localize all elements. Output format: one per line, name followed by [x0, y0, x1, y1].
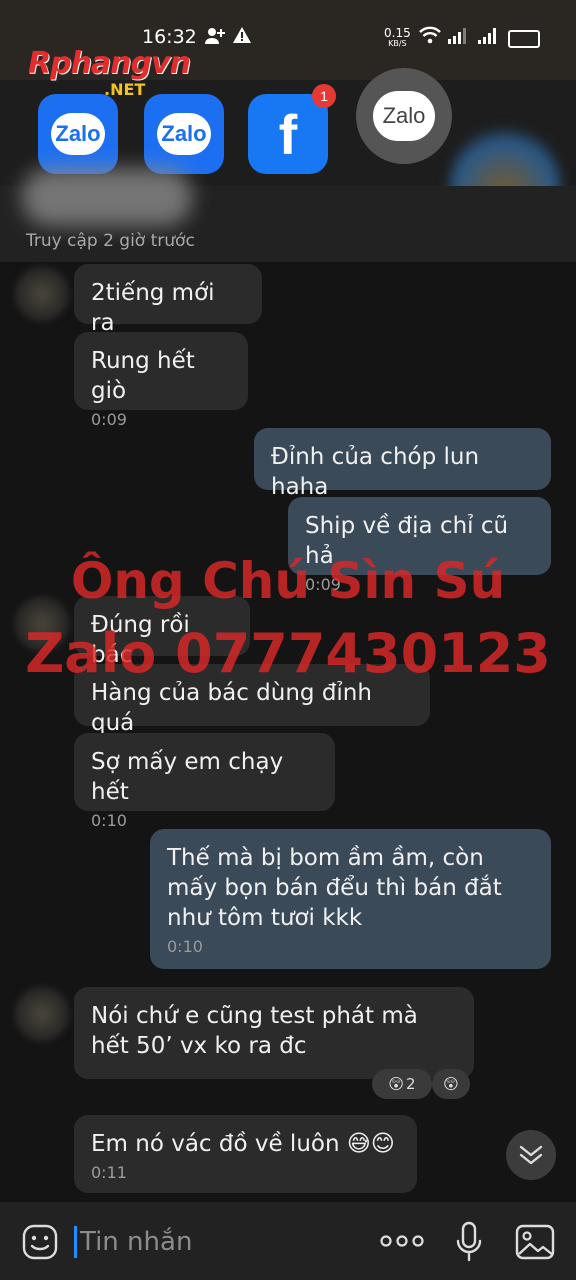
chevron-double-down-icon [519, 1145, 543, 1165]
message-bubble-outgoing[interactable]: Đỉnh của chóp lun haha [254, 428, 551, 500]
message-time: 0:09 [305, 575, 341, 594]
microphone-icon[interactable] [452, 1220, 486, 1264]
message-bubble-incoming[interactable]: Hàng của bác dùng đỉnh quá [74, 664, 430, 736]
more-dots-icon[interactable] [378, 1228, 426, 1254]
message-text: Em nó vác đồ về luôn 😅😊 [91, 1131, 395, 1157]
add-reaction-button[interactable]: 😲 [432, 1069, 470, 1099]
message-bubble-incoming[interactable]: Rung hết giò 0:09 [74, 332, 248, 429]
contact-avatar[interactable] [14, 596, 70, 652]
message-time: 0:11 [91, 1163, 127, 1182]
zalo-floating-label: Zalo [372, 91, 436, 141]
contact-avatar[interactable] [14, 266, 70, 322]
signal-strength-2-icon [478, 28, 496, 44]
message-text: Sợ mấy em chạy hết [91, 749, 284, 805]
message-bubble-incoming[interactable]: Sợ mấy em chạy hết 0:10 [74, 733, 335, 830]
site-logo: Rphangvn [28, 46, 191, 81]
wifi-icon [418, 26, 442, 49]
message-text: Nói chứ e cũng test phát mà hết 50’ vx k… [91, 1003, 418, 1059]
facebook-app-bubble[interactable]: f [248, 94, 328, 174]
speed-unit: KB/S [388, 39, 407, 48]
message-bubble-outgoing[interactable]: Thế mà bị bom ầm ầm, còn mấy bọn bán đểu… [150, 829, 551, 969]
status-time: 16:32 [142, 26, 197, 48]
add-person-icon [204, 26, 226, 51]
zalo-floating-bubble[interactable]: Zalo [356, 68, 452, 164]
warning-icon [232, 26, 252, 49]
battery-icon [508, 30, 540, 48]
surprised-emoji-icon: 😲 [443, 1075, 459, 1093]
zalo-label: Zalo [157, 113, 211, 155]
message-bubble-incoming[interactable]: Đúng rồi bác [74, 596, 250, 668]
contact-name-blurred[interactable] [22, 168, 192, 226]
message-composer: Tin nhắn [0, 1202, 576, 1280]
contact-avatar[interactable] [14, 986, 70, 1042]
facebook-icon: f [278, 102, 298, 166]
signal-strength-icon [448, 28, 466, 44]
message-text: Rung hết giò [91, 348, 195, 404]
surprised-emoji-icon: 😲 [388, 1075, 405, 1093]
scroll-to-bottom-button[interactable] [506, 1130, 556, 1180]
message-bubble-incoming[interactable]: Nói chứ e cũng test phát mà hết 50’ vx k… [74, 987, 474, 1079]
message-bubble-incoming[interactable]: 2tiếng mới ra [74, 264, 262, 336]
message-time: 0:10 [167, 937, 203, 956]
network-speed: 0.15 KB/S [384, 27, 411, 49]
image-icon[interactable] [514, 1222, 556, 1262]
notification-badge: 1 [312, 84, 336, 108]
emoji-icon[interactable] [20, 1222, 60, 1262]
site-logo-suffix: .NET [104, 80, 146, 99]
message-bubble-incoming[interactable]: Em nó vác đồ về luôn 😅😊 0:11 [74, 1115, 417, 1193]
message-time: 0:10 [91, 811, 127, 830]
reaction-summary[interactable]: 😲 2 [372, 1069, 432, 1099]
reaction-count: 2 [406, 1075, 416, 1093]
speed-value: 0.15 [384, 26, 411, 40]
last-seen-status: Truy cập 2 giờ trước [26, 231, 195, 251]
message-time: 0:09 [91, 410, 127, 429]
message-text: Ship về địa chỉ cũ hả [305, 513, 509, 569]
zalo-app-bubble-1[interactable]: Zalo [38, 94, 118, 174]
message-input[interactable]: Tin nhắn [74, 1226, 192, 1258]
zalo-label: Zalo [51, 113, 105, 155]
message-text: Thế mà bị bom ầm ầm, còn mấy bọn bán đểu… [167, 845, 502, 931]
message-bubble-outgoing[interactable]: Ship về địa chỉ cũ hả 0:09 [288, 497, 551, 594]
zalo-app-bubble-2[interactable]: Zalo [144, 94, 224, 174]
